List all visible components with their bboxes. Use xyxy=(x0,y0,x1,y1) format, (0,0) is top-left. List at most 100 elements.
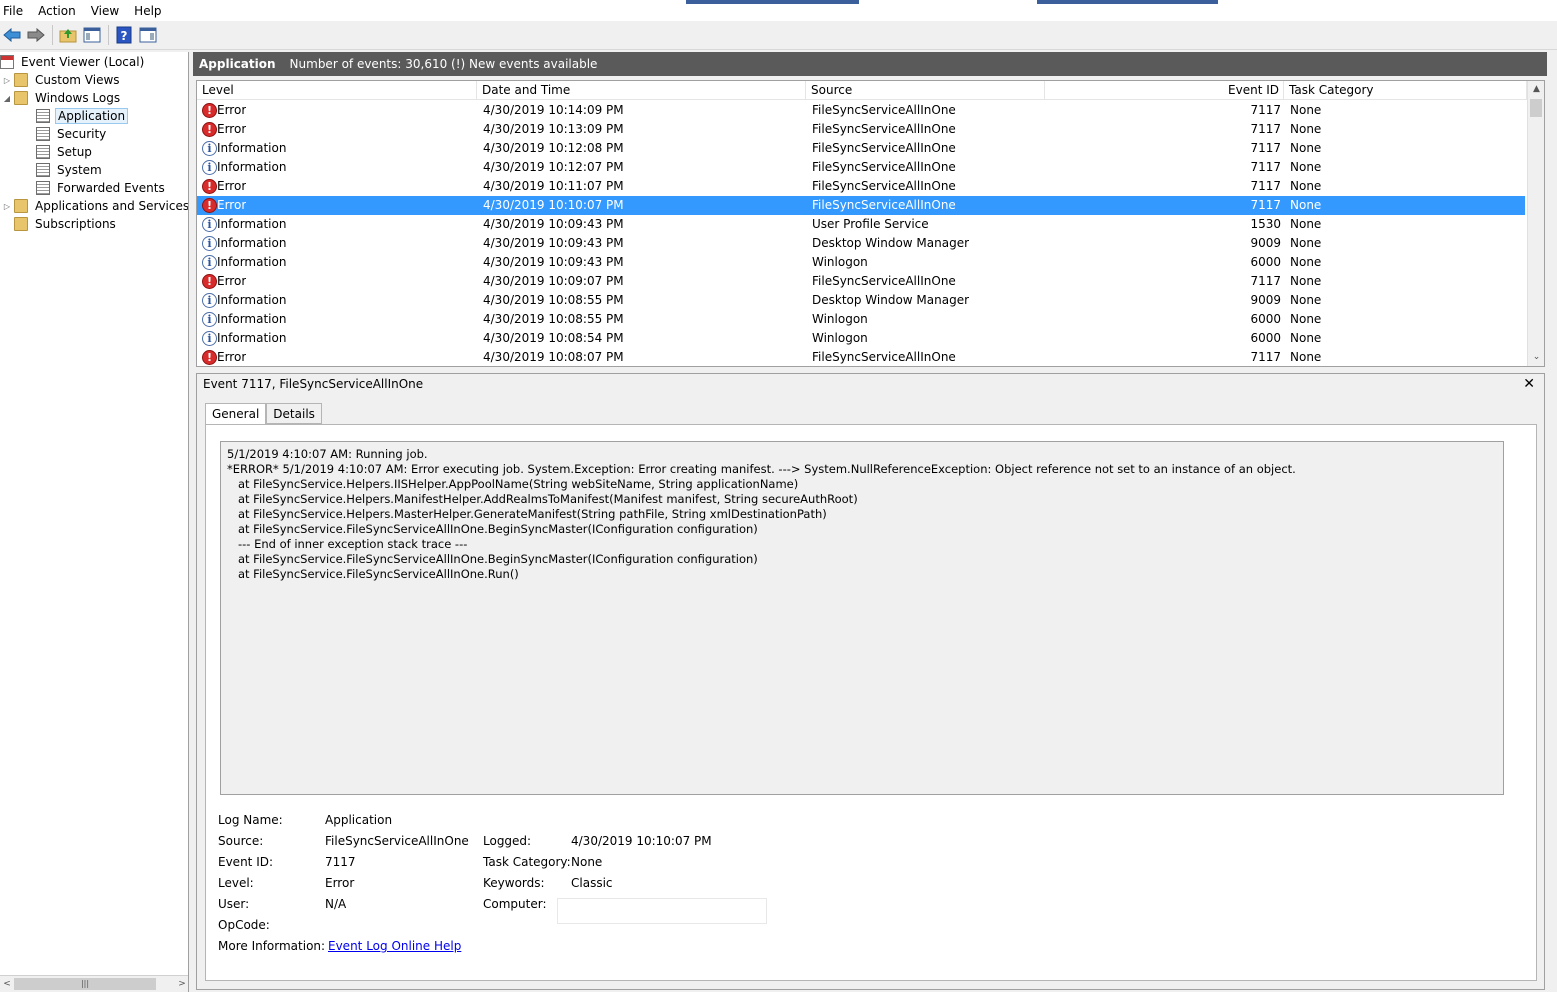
cell-source: FileSyncServiceAllInOne xyxy=(812,274,956,288)
error-icon: ! xyxy=(202,179,217,194)
column-header-task-category[interactable]: Task Category xyxy=(1284,81,1527,100)
action-pane-icon[interactable] xyxy=(138,25,158,45)
tree-item-forwarded-events[interactable]: Forwarded Events xyxy=(36,179,167,197)
cell-task-category: None xyxy=(1290,198,1322,212)
up-folder-icon[interactable] xyxy=(58,25,78,45)
menu-file[interactable]: File xyxy=(0,4,28,18)
column-header-event-id[interactable]: Event ID xyxy=(1045,81,1284,100)
table-row[interactable]: ! Error 4/30/2019 10:10:07 PM FileSyncServi… xyxy=(197,196,1525,215)
cell-task-category: None xyxy=(1290,122,1322,136)
table-row[interactable]: i Information 4/30/2019 10:12:07 PM FileSyn… xyxy=(197,158,1525,177)
tree-item-applications-and-services[interactable]: ▷ Applications and Services Lo xyxy=(2,197,188,215)
menu-view[interactable]: View xyxy=(87,4,124,18)
cell-event-id: 7117 xyxy=(1250,141,1281,155)
forward-arrow-icon[interactable] xyxy=(26,25,46,45)
scrollbar-thumb[interactable] xyxy=(1530,99,1542,117)
tree-item-setup[interactable]: Setup xyxy=(36,143,94,161)
table-row[interactable]: ! Error 4/30/2019 10:13:09 PM FileSyncServi… xyxy=(197,120,1525,139)
cell-task-category: None xyxy=(1290,255,1322,269)
cell-source: FileSyncServiceAllInOne xyxy=(812,160,956,174)
column-header-date[interactable]: Date and Time xyxy=(477,81,806,100)
cell-level: Error xyxy=(217,179,247,193)
information-icon: i xyxy=(202,312,217,327)
toolbar-separator xyxy=(52,25,53,45)
information-icon: i xyxy=(202,255,217,270)
computer-value-redacted xyxy=(557,898,767,924)
table-row[interactable]: i Information 4/30/2019 10:08:55 PM Winlogo… xyxy=(197,310,1525,329)
tree-item-security[interactable]: Security xyxy=(36,125,108,143)
event-id-value: 7117 xyxy=(325,855,356,869)
cell-event-id: 9009 xyxy=(1250,293,1281,307)
cell-event-id: 7117 xyxy=(1250,274,1281,288)
menu-help[interactable]: Help xyxy=(130,4,166,18)
menu-action[interactable]: Action xyxy=(34,4,81,18)
information-icon: i xyxy=(202,293,217,308)
cell-date: 4/30/2019 10:08:55 PM xyxy=(483,312,624,326)
cell-event-id: 7117 xyxy=(1250,350,1281,364)
level-value: Error xyxy=(325,876,355,890)
information-icon: i xyxy=(202,160,217,175)
table-row[interactable]: i Information 4/30/2019 10:09:43 PM Winlogo… xyxy=(197,253,1525,272)
log-icon xyxy=(36,127,50,141)
toolbar: ? xyxy=(0,21,1557,50)
cell-task-category: None xyxy=(1290,141,1322,155)
expand-arrow-icon[interactable]: ▷ xyxy=(2,76,12,85)
user-label: User: xyxy=(218,897,250,911)
cell-source: Desktop Window Manager xyxy=(812,293,970,307)
tree-horizontal-scrollbar[interactable]: < ||| > xyxy=(0,975,188,992)
show-hide-console-tree-icon[interactable] xyxy=(82,25,102,45)
scroll-right-icon[interactable]: > xyxy=(175,976,188,992)
table-row[interactable]: ! Error 4/30/2019 10:11:07 PM FileSyncServi… xyxy=(197,177,1525,196)
cell-date: 4/30/2019 10:14:09 PM xyxy=(483,103,624,117)
scroll-up-icon[interactable]: ▲ xyxy=(1528,81,1544,98)
main-pane: Application Number of events: 30,610 (!)… xyxy=(193,52,1547,992)
table-row[interactable]: i Information 4/30/2019 10:12:08 PM FileSyn… xyxy=(197,139,1525,158)
expand-arrow-icon[interactable]: ▷ xyxy=(2,202,12,211)
column-header-level[interactable]: Level xyxy=(197,81,477,100)
help-icon[interactable]: ? xyxy=(114,25,134,45)
tab-details[interactable]: Details xyxy=(266,403,322,424)
close-icon[interactable]: ✕ xyxy=(1523,376,1535,392)
tree-item-custom-views[interactable]: ▷ Custom Views xyxy=(2,71,122,89)
error-icon: ! xyxy=(202,198,217,213)
table-row[interactable]: i Information 4/30/2019 10:08:55 PM Desktop… xyxy=(197,291,1525,310)
grid-vertical-scrollbar[interactable]: ▲ ⌄ xyxy=(1527,81,1544,366)
table-row[interactable]: ! Error 4/30/2019 10:08:07 PM FileSyncServi… xyxy=(197,348,1525,366)
tree-item-windows-logs[interactable]: ◢ Windows Logs xyxy=(2,89,122,107)
cell-source: FileSyncServiceAllInOne xyxy=(812,141,956,155)
log-name-label: Log Name: xyxy=(218,813,283,827)
scrollbar-thumb[interactable]: ||| xyxy=(14,978,156,990)
tree-item-subscriptions[interactable]: Subscriptions xyxy=(14,215,118,233)
table-row[interactable]: ! Error 4/30/2019 10:14:09 PM FileSyncServi… xyxy=(197,101,1525,120)
table-row[interactable]: i Information 4/30/2019 10:09:43 PM Desktop… xyxy=(197,234,1525,253)
event-message-text[interactable]: 5/1/2019 4:10:07 AM: Running job. *ERROR… xyxy=(220,441,1504,795)
tab-general[interactable]: General xyxy=(205,403,267,425)
log-icon xyxy=(36,181,50,195)
keywords-value: Classic xyxy=(571,876,613,890)
cell-source: User Profile Service xyxy=(812,217,929,231)
table-row[interactable]: i Information 4/30/2019 10:09:43 PM User Pr… xyxy=(197,215,1525,234)
log-title: Application xyxy=(199,57,276,71)
error-icon: ! xyxy=(202,274,217,289)
event-log-online-help-link[interactable]: Event Log Online Help xyxy=(328,936,461,957)
back-arrow-icon[interactable] xyxy=(2,25,22,45)
information-icon: i xyxy=(202,217,217,232)
information-icon: i xyxy=(202,331,217,346)
tree-item-application[interactable]: Application xyxy=(36,107,129,125)
column-header-source[interactable]: Source xyxy=(806,81,1045,100)
scroll-down-icon[interactable]: ⌄ xyxy=(1528,349,1544,366)
folder-icon xyxy=(14,73,28,87)
table-row[interactable]: ! Error 4/30/2019 10:09:07 PM FileSyncServi… xyxy=(197,272,1525,291)
collapse-arrow-icon[interactable]: ◢ xyxy=(2,94,12,103)
tree-item-system[interactable]: System xyxy=(36,161,104,179)
cell-task-category: None xyxy=(1290,312,1322,326)
tree-root-event-viewer[interactable]: Event Viewer (Local) xyxy=(0,53,146,71)
cell-source: Winlogon xyxy=(812,312,868,326)
cell-task-category: None xyxy=(1290,274,1322,288)
window-top-accent xyxy=(686,0,1218,4)
cell-source: Winlogon xyxy=(812,255,868,269)
cell-level: Information xyxy=(217,312,287,326)
scroll-left-icon[interactable]: < xyxy=(0,976,14,992)
table-row[interactable]: i Information 4/30/2019 10:08:54 PM Winlogo… xyxy=(197,329,1525,348)
cell-event-id: 7117 xyxy=(1250,103,1281,117)
